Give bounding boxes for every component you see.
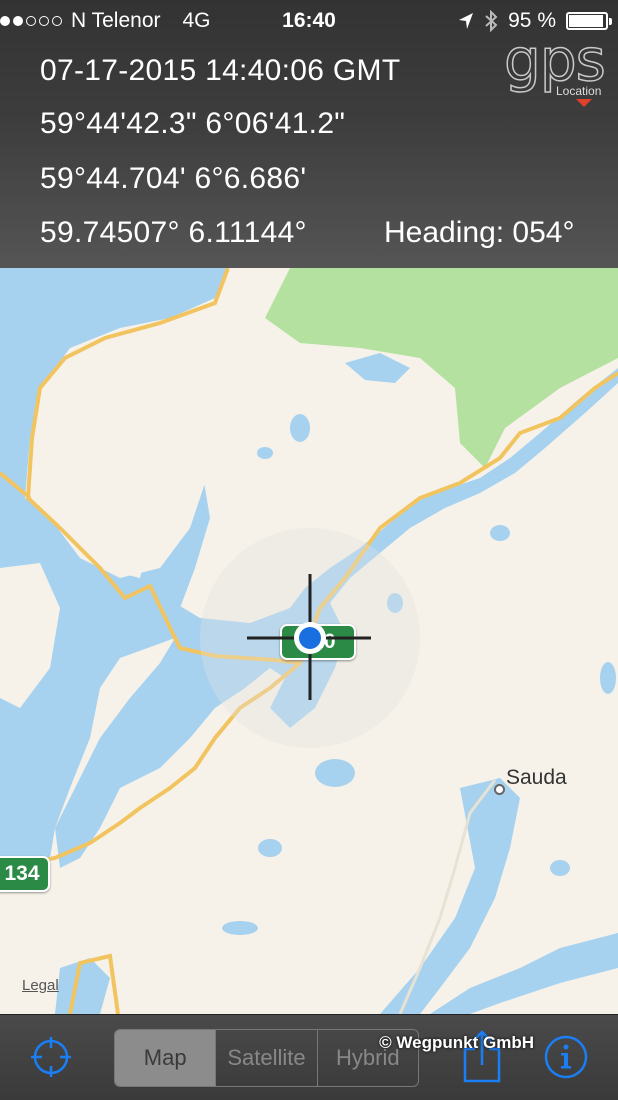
- map-view[interactable]: 134 520 Sauda Legal: [0, 268, 618, 1014]
- lake: [222, 921, 258, 935]
- bluetooth-icon: [485, 10, 498, 32]
- logo-subtext: Location: [556, 84, 602, 98]
- coordinates-dms: 59°44'42.3" 6°06'41.2": [40, 107, 346, 140]
- forest-area: [265, 268, 618, 468]
- crosshair-icon: [247, 574, 371, 700]
- lake: [345, 353, 410, 383]
- lake: [290, 414, 310, 442]
- lake: [550, 860, 570, 876]
- route-shield-134: 134: [0, 856, 50, 892]
- copyright-overlay: © Wegpunkt GmbH: [379, 1033, 534, 1052]
- lake: [257, 447, 273, 459]
- lake: [258, 839, 282, 857]
- lake: [600, 662, 616, 694]
- coordinates-ddm: 59°44.704' 6°6.686': [40, 162, 307, 195]
- info-header: N Telenor 4G 16:40 95 % 07-17-2015 14:40…: [0, 0, 618, 268]
- place-marker-icon: [494, 784, 505, 795]
- location-arrow-icon: [459, 13, 474, 29]
- place-label-sauda: Sauda: [506, 766, 567, 789]
- lake: [315, 759, 355, 787]
- gps-location-logo: gps Location: [503, 25, 614, 108]
- heading-readout: Heading: 054°: [384, 216, 575, 249]
- bottom-toolbar: Map Satellite Hybrid: [0, 1014, 618, 1100]
- lake: [490, 525, 510, 541]
- coordinates-decimal: 59.74507° 6.11144°: [40, 216, 307, 249]
- water-southwest: [55, 958, 110, 1014]
- legal-link[interactable]: Legal: [22, 977, 59, 994]
- date-time: 07-17-2015 14:40:06 GMT: [40, 54, 401, 87]
- info-icon[interactable]: [543, 1034, 589, 1080]
- logo-marker-icon: [576, 99, 592, 107]
